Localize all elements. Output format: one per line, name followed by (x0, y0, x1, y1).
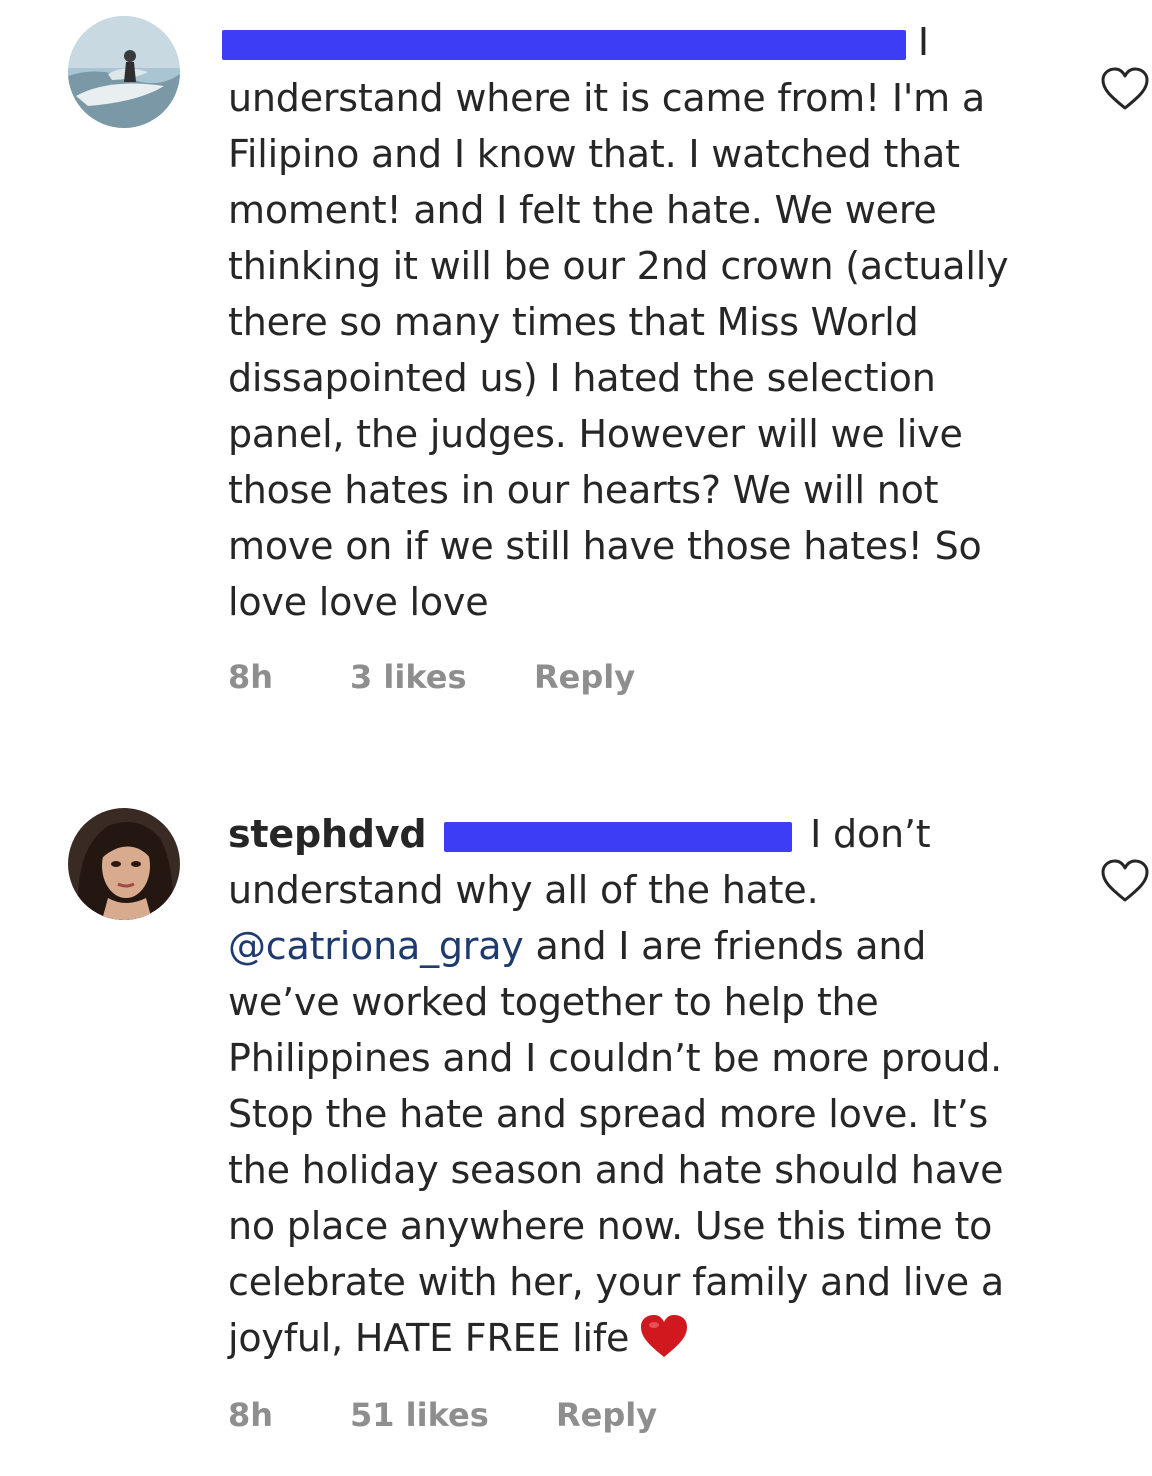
text-line: those hates in our hearts? We will not (228, 468, 939, 512)
reply-button[interactable]: Reply (534, 658, 635, 696)
text-line: we’ve worked together to help the (228, 980, 879, 1024)
comment-time: 8h (228, 658, 274, 696)
avatar[interactable] (68, 16, 180, 128)
text-line: the holiday season and hate should have (228, 1148, 1004, 1192)
reply-button[interactable]: Reply (556, 1396, 657, 1434)
first-line-suffix: I (917, 20, 929, 64)
text-line: thinking it will be our 2nd crown (actua… (228, 244, 1009, 288)
text-line: Philippines and I couldn’t be more proud… (228, 1036, 1003, 1080)
text-line-with-mention: @catriona_gray and I are friends and (228, 918, 1068, 974)
mention-link[interactable]: @catriona_gray (228, 924, 524, 968)
comment-text: I understand where it is came from! I'm … (222, 14, 1068, 630)
first-line-suffix: I don’t (810, 812, 931, 856)
text-line: celebrate with her, your family and live… (228, 1260, 1004, 1304)
text-line: moment! and I felt the hate. We were (228, 188, 937, 232)
comment-first-line: I (222, 14, 1068, 70)
text-line: love love love (228, 580, 489, 624)
avatar-surfer-image (68, 16, 180, 128)
redacted-mention (222, 29, 906, 60)
text-line: dissapointed us) I hated the selection (228, 356, 936, 400)
likes-count[interactable]: 51 likes (350, 1396, 556, 1434)
text-line: understand where it is came from! I'm a (228, 76, 985, 120)
red-heart-icon (641, 1315, 688, 1357)
text-line: there so many times that Miss World (228, 300, 919, 344)
heart-outline-icon[interactable] (1100, 66, 1150, 112)
comment-meta: 8h 51 likes Reply (228, 1396, 657, 1434)
avatar[interactable] (68, 808, 180, 920)
text-line: panel, the judges. However will we live (228, 412, 963, 456)
likes-count[interactable]: 3 likes (350, 658, 534, 696)
text-segment: joyful, HATE FREE life (228, 1316, 630, 1360)
comment-first-line: stephdvd I don’t (228, 806, 1068, 862)
text-line: move on if we still have those hates! So (228, 524, 982, 568)
heart-outline-icon[interactable] (1100, 858, 1150, 904)
comment-meta: 8h 3 likes Reply (228, 658, 635, 696)
comment-username[interactable]: stephdvd (228, 812, 427, 856)
text-line: no place anywhere now. Use this time to (228, 1204, 993, 1248)
avatar-portrait-image (68, 808, 180, 920)
text-segment: and I are friends and (523, 924, 927, 968)
comment-time: 8h (228, 1396, 274, 1434)
redacted-mention (444, 821, 793, 852)
text-line-with-emoji: joyful, HATE FREE life (228, 1310, 1068, 1366)
text-line: Filipino and I know that. I watched that (228, 132, 960, 176)
text-line: understand why all of the hate. (228, 868, 819, 912)
text-line: Stop the hate and spread more love. It’s (228, 1092, 989, 1136)
comment-text: stephdvd I don’t understand why all of t… (228, 806, 1068, 1366)
